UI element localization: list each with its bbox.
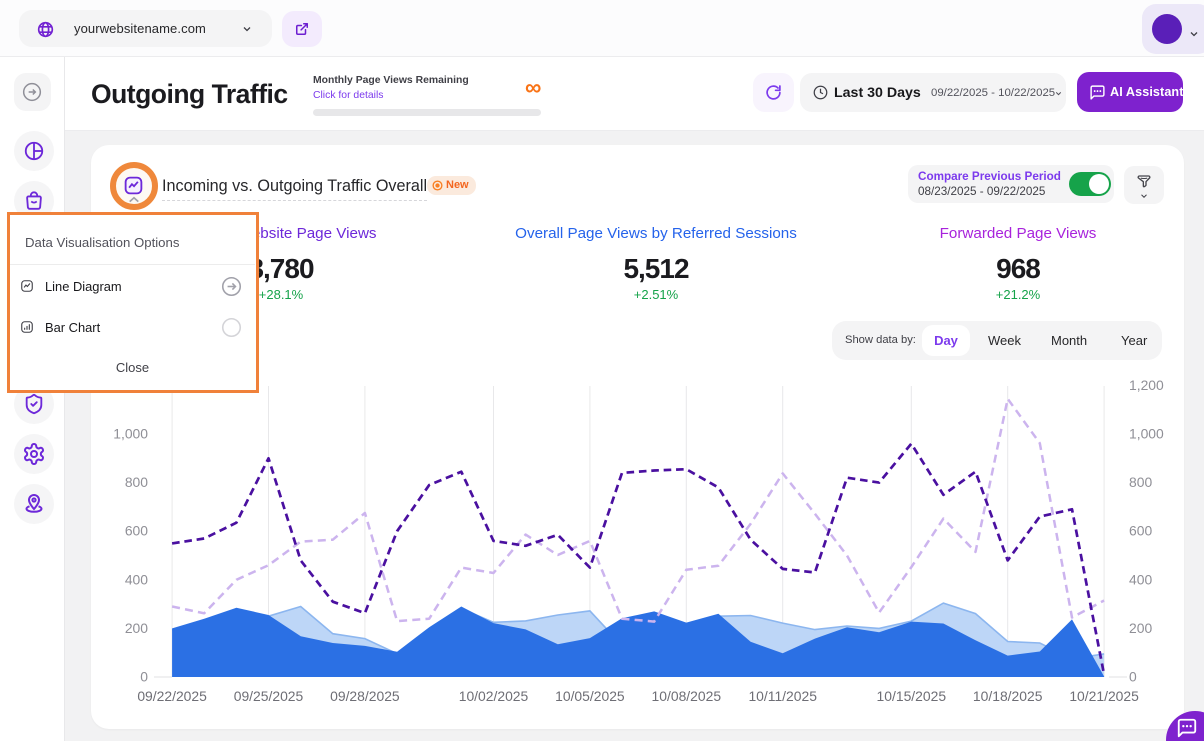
svg-text:09/22/2025: 09/22/2025 [137, 688, 207, 704]
svg-text:800: 800 [125, 474, 148, 490]
svg-text:10/21/2025: 10/21/2025 [1069, 688, 1139, 704]
svg-text:10/05/2025: 10/05/2025 [555, 688, 625, 704]
svg-text:10/18/2025: 10/18/2025 [973, 688, 1043, 704]
svg-text:600: 600 [1129, 523, 1152, 539]
svg-text:1,000: 1,000 [113, 426, 148, 442]
svg-text:600: 600 [125, 523, 148, 539]
svg-text:10/02/2025: 10/02/2025 [459, 688, 529, 704]
svg-text:09/28/2025: 09/28/2025 [330, 688, 400, 704]
svg-text:10/15/2025: 10/15/2025 [877, 688, 947, 704]
svg-text:400: 400 [1129, 571, 1152, 587]
svg-text:200: 200 [125, 620, 148, 636]
svg-text:200: 200 [1129, 620, 1152, 636]
svg-text:400: 400 [125, 571, 148, 587]
svg-text:1,000: 1,000 [1129, 426, 1164, 442]
svg-text:09/25/2025: 09/25/2025 [234, 688, 304, 704]
svg-text:0: 0 [140, 669, 148, 685]
svg-text:10/08/2025: 10/08/2025 [652, 688, 722, 704]
svg-text:1,200: 1,200 [1129, 377, 1164, 393]
svg-text:10/11/2025: 10/11/2025 [748, 688, 817, 704]
svg-text:0: 0 [1129, 669, 1137, 685]
svg-text:800: 800 [1129, 474, 1152, 490]
